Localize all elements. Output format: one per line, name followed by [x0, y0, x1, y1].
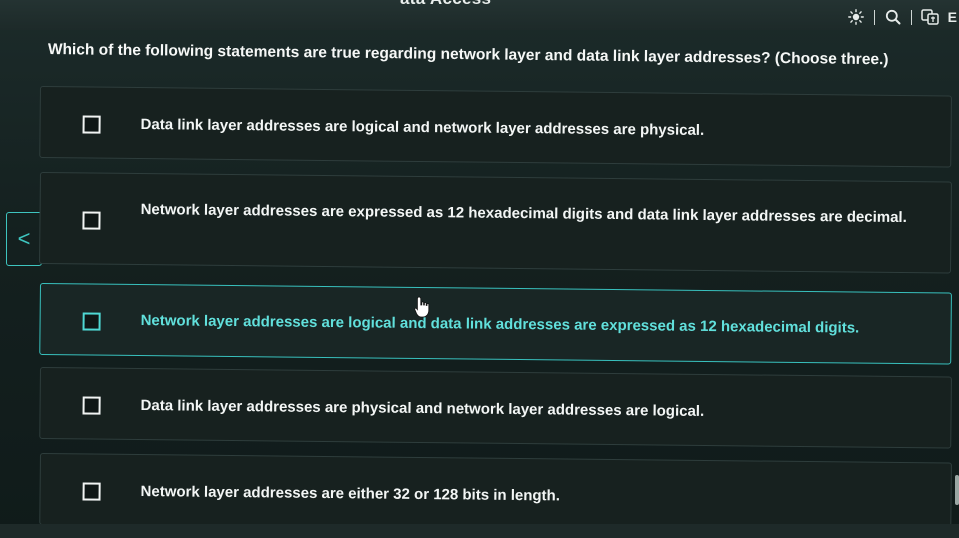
- top-bar: ata Access: [0, 0, 959, 30]
- brightness-icon[interactable]: [847, 8, 865, 26]
- previous-button[interactable]: <: [6, 212, 42, 266]
- option-label: Data link layer addresses are logical an…: [140, 116, 705, 139]
- separator: [873, 9, 875, 25]
- search-icon[interactable]: [884, 8, 902, 26]
- option-checkbox[interactable]: [82, 115, 101, 134]
- option-4[interactable]: Data link layer addresses are physical a…: [39, 367, 952, 449]
- header-trailing-letter: E: [947, 9, 957, 25]
- top-icons: E: [847, 8, 957, 26]
- hand-cursor-icon: [414, 296, 430, 318]
- chevron-left-icon: <: [17, 226, 31, 251]
- option-label: Data link layer addresses are physical a…: [140, 397, 705, 420]
- option-checkbox[interactable]: [82, 482, 101, 501]
- option-3[interactable]: Network layer addresses are logical and …: [39, 283, 952, 365]
- question-text: Which of the following statements are tr…: [47, 41, 889, 69]
- separator: [910, 9, 912, 25]
- option-checkbox[interactable]: [82, 312, 101, 331]
- option-label: Network layer addresses are logical and …: [140, 312, 860, 337]
- option-label: Network layer addresses are either 32 or…: [140, 483, 561, 505]
- bottom-strip: [0, 524, 959, 538]
- option-checkbox[interactable]: [82, 396, 101, 415]
- top-title: ata Access: [400, 0, 491, 9]
- option-2[interactable]: Network layer addresses are expressed as…: [39, 172, 952, 274]
- translate-icon[interactable]: [920, 8, 939, 26]
- option-checkbox[interactable]: [82, 211, 101, 230]
- option-5[interactable]: Network layer addresses are either 32 or…: [39, 453, 952, 535]
- option-label: Network layer addresses are expressed as…: [140, 201, 907, 227]
- option-1[interactable]: Data link layer addresses are logical an…: [39, 86, 952, 168]
- scrollbar-thumb[interactable]: [955, 475, 959, 505]
